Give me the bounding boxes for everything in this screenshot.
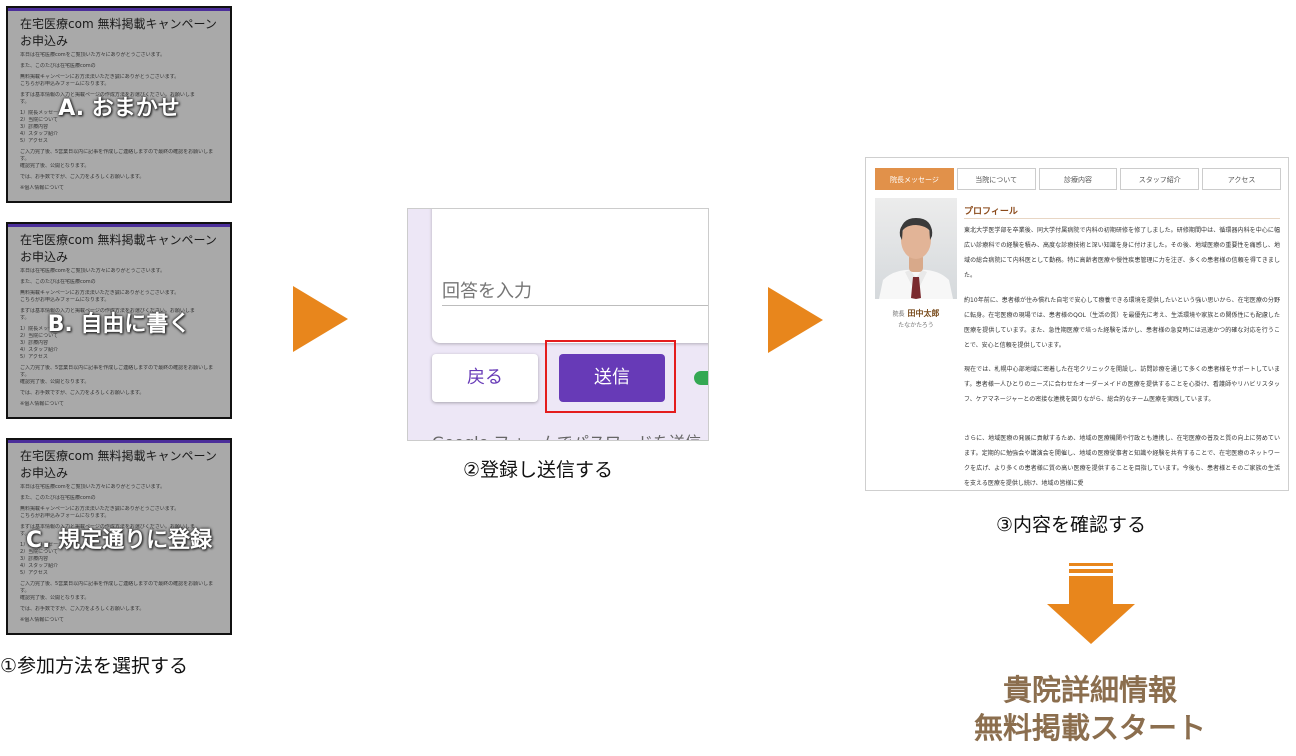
form-accent-bar xyxy=(8,8,230,11)
result-line-1: 貴院詳細情報 xyxy=(1002,673,1177,707)
form-card-a[interactable]: 在宅医療com 無料掲載キャンペーンお申込み 本日は在宅医療comをご覧頂いた方… xyxy=(6,6,232,203)
form-body-line: 5）アクセス xyxy=(20,138,48,144)
form-body-line: 本日は在宅医療comをご覧頂いた方々にありがとうございます。 xyxy=(20,484,166,490)
paragraph: 現在では、札幌中心部地域に密着した在宅クリニックを開設し、訪問診療を通じて多くの… xyxy=(964,366,1280,403)
tab-access[interactable]: アクセス xyxy=(1202,168,1281,190)
form-body-line: ご入力完了後、5営業日以内に記事を作成しご連絡しますので最終の確認をお願いしま xyxy=(20,581,214,587)
paragraph: さらに、地域医療の発展に貢献するため、地域の医療機関や行政とも連携し、在宅医療の… xyxy=(964,435,1280,487)
tab-director-message[interactable]: 院長メッセージ xyxy=(875,168,954,190)
form-accent-bar xyxy=(8,224,230,227)
tab-services[interactable]: 診療内容 xyxy=(1038,168,1118,190)
doctor-kana: たなかたろう xyxy=(898,322,934,329)
form-body-line: ※個人情報について xyxy=(20,401,65,407)
form-body-line: また、このたびは在宅医療comの xyxy=(20,63,96,69)
form-body: 本日は在宅医療comをご覧頂いた方々にありがとうございます。 また、このたびは在宅… xyxy=(20,268,225,408)
form-body-line: 本日は在宅医療comをご覧頂いた方々にありがとうございます。 xyxy=(20,52,166,58)
form-body-line: 5）アクセス xyxy=(20,570,48,576)
form-body-line: す。 xyxy=(20,372,30,378)
form-body-line: す。 xyxy=(20,156,30,162)
form-body-line: 3）診療内容 xyxy=(20,340,49,346)
paragraph: 約10年前に、患者様が住み慣れた自宅で安心して療養できる環境を提供したいという強… xyxy=(964,297,1280,349)
arrow-down-bar xyxy=(1069,569,1113,573)
form-accent-bar xyxy=(8,440,230,443)
profile-divider xyxy=(964,218,1280,219)
form-body-line: 4）スタッフ紹介 xyxy=(20,563,59,569)
form-body-line: 4）スタッフ紹介 xyxy=(20,131,59,137)
form-body-line: ※個人情報について xyxy=(20,185,65,191)
form-body-line: 無料掲載キャンペーンにお方法法いただき誠にありがとうございます。 xyxy=(20,506,180,512)
arrow-down-bar xyxy=(1069,563,1113,566)
answer-placeholder: 回答を入力 xyxy=(442,281,532,302)
profile-title: プロフィール xyxy=(964,207,1018,217)
form-card-b[interactable]: 在宅医療com 無料掲載キャンペーンお申込み 本日は在宅医療comをご覧頂いた方… xyxy=(6,222,232,419)
page-tabs: 院長メッセージ 当院について 診療内容 スタッフ紹介 アクセス xyxy=(875,168,1281,190)
form-body-line: ご入力完了後、5営業日以内に記事を作成しご連絡しますので最終の確認をお願いしま xyxy=(20,365,214,371)
answer-input[interactable]: 回答を入力 xyxy=(442,271,708,306)
form-body-line: また、このたびは在宅医療comの xyxy=(20,279,96,285)
form-title: 在宅医療com 無料掲載キャンペーンお申込み xyxy=(20,17,217,48)
form-body-line: ご入力完了後、5営業日以内に記事を作成しご連絡しますので最終の確認をお願いしま xyxy=(20,149,214,155)
form-body-line: 4）スタッフ紹介 xyxy=(20,347,59,353)
form-title: 在宅医療com 無料掲載キャンペーンお申込み xyxy=(20,233,217,264)
tab-about[interactable]: 当院について xyxy=(956,168,1036,190)
form-body-line: 確認完了後、公開となります。 xyxy=(20,379,90,385)
form-body-line: 3）診療内容 xyxy=(20,556,49,562)
step3-caption: ③内容を確認する xyxy=(996,514,1147,536)
form-body-line: また、このたびは在宅医療comの xyxy=(20,495,96,501)
form-body-line: こちらがお申込みフォームになります。 xyxy=(20,297,110,303)
form-footer-text: Google フォームでパスワードを送信 xyxy=(432,429,701,440)
form-body: 本日は在宅医療comをご覧頂いた方々にありがとうございます。 また、このたびは在宅… xyxy=(20,52,225,192)
form-body-line: 無料掲載キャンペーンにお方法法いただき誠にありがとうございます。 xyxy=(20,290,180,296)
form-body-line: 無料掲載キャンペーンにお方法法いただき誠にありがとうございます。 xyxy=(20,74,180,80)
form-body-line: こちらがお申込みフォームになります。 xyxy=(20,81,110,87)
send-highlight-box xyxy=(545,340,676,413)
progress-bar xyxy=(694,371,708,385)
form-body-line: ※個人情報について xyxy=(20,617,65,623)
form-body-line: す。 xyxy=(20,588,30,594)
result-line-2: 無料掲載スタート xyxy=(973,711,1206,745)
form-card-c[interactable]: 在宅医療com 無料掲載キャンペーンお申込み 本日は在宅医療comをご覧頂いた方… xyxy=(6,438,232,635)
form-body-line: では、お手数ですが、ご入力をよろしくお願いします。 xyxy=(20,390,145,396)
profile-text-1: 東北大学医学部を卒業後、同大学付属病院で内科の初期研修を修了しました。研修期間中… xyxy=(964,223,1280,295)
form-submit-screenshot: 回答を入力 戻る 送信 Google フォームでパスワードを送信 xyxy=(407,208,709,441)
form-body: 本日は在宅医療comをご覧頂いた方々にありがとうございます。 また、このたびは在宅… xyxy=(20,484,225,624)
option-label-b: B. 自由に書く xyxy=(47,312,191,337)
option-label-a: A. おまかせ xyxy=(58,96,180,121)
option-label-c: C. 規定通りに登録 xyxy=(25,528,213,553)
form-body-line: こちらがお申込みフォームになります。 xyxy=(20,513,110,519)
form-body-line: では、お手数ですが、ご入力をよろしくお願いします。 xyxy=(20,606,145,612)
arrow-right-icon xyxy=(768,287,823,353)
paragraph: 東北大学医学部を卒業後、同大学付属病院で内科の初期研修を修了しました。研修期間中… xyxy=(964,227,1280,279)
doctor-name: 田中太郎 xyxy=(907,309,940,318)
profile-text-2: 約10年前に、患者様が住み慣れた自宅で安心して療養できる環境を提供したいという強… xyxy=(964,293,1280,365)
profile-text-3: 現在では、札幌中心部地域に密着した在宅クリニックを開設し、訪問診療を通じて多くの… xyxy=(964,362,1280,419)
doctor-role: 院長 xyxy=(892,311,905,318)
doctor-name-line: 院長 田中太郎 xyxy=(875,308,957,319)
page-preview: 院長メッセージ 当院について 診療内容 スタッフ紹介 アクセス 院長 田中太郎 た… xyxy=(865,157,1289,491)
form-body-line: 5）アクセス xyxy=(20,354,48,360)
arrow-right-icon xyxy=(293,286,348,352)
form-body-line: 3）診療内容 xyxy=(20,124,49,130)
tab-staff[interactable]: スタッフ紹介 xyxy=(1120,168,1200,190)
form-title: 在宅医療com 無料掲載キャンペーンお申込み xyxy=(20,449,217,480)
form-body-line: 確認完了後、公開となります。 xyxy=(20,163,90,169)
back-button[interactable]: 戻る xyxy=(432,354,538,402)
arrow-down-icon xyxy=(1047,604,1135,644)
form-body-line: 確認完了後、公開となります。 xyxy=(20,595,90,601)
step1-caption: ①参加方法を選択する xyxy=(0,655,189,677)
form-body-line: 本日は在宅医療comをご覧頂いた方々にありがとうございます。 xyxy=(20,268,166,274)
doctor-photo xyxy=(875,198,957,299)
profile-text-4: さらに、地域医療の発展に貢献するため、地域の医療機関や行政とも連携し、在宅医療の… xyxy=(964,431,1280,490)
step2-caption: ②登録し送信する xyxy=(463,459,614,481)
form-body-line: では、お手数ですが、ご入力をよろしくお願いします。 xyxy=(20,174,145,180)
arrow-down-bar xyxy=(1069,576,1113,604)
